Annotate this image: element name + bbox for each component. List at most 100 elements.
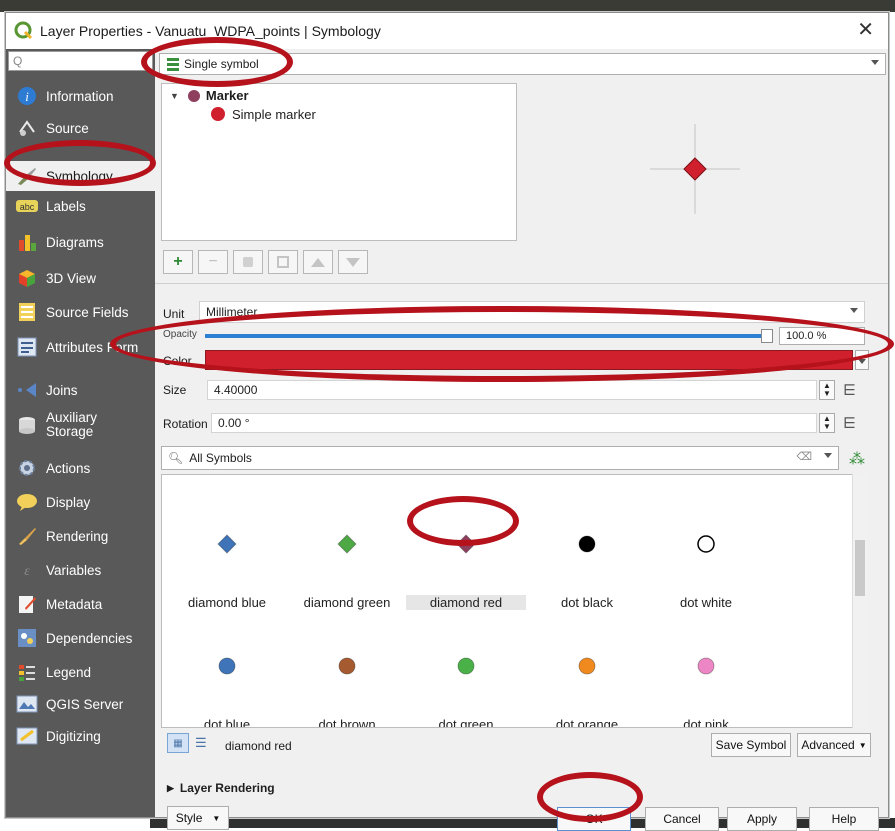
sidebar-item-rendering[interactable]: Rendering [6,521,155,551]
move-up-button[interactable] [303,250,333,274]
symbol-swatch-icon[interactable] [336,655,358,677]
sidebar-item-source[interactable]: Source [6,113,155,143]
brush-icon [16,525,38,547]
style-button[interactable]: Style ▼ [167,806,229,830]
stepper-icon: ▲ ▼ [823,381,831,398]
style-manager-icon[interactable]: ⁂ [849,449,865,469]
scrollbar-thumb[interactable] [855,540,865,596]
sidebar-item-joins[interactable]: Joins [6,375,155,405]
rotation-stepper[interactable]: ▲ ▼ [819,413,835,433]
sidebar-item-display[interactable]: Display [6,487,155,517]
sidebar-item-variables[interactable]: ε Variables [6,555,155,585]
remove-layer-button[interactable]: − [198,250,228,274]
advanced-button[interactable]: Advanced ▼ [797,733,871,757]
data-defined-override-icon[interactable]: ⋿ [843,381,856,399]
simple-marker-icon [211,107,225,121]
symbol-name[interactable]: dot green [406,717,526,727]
sidebar-item-qgis-server[interactable]: QGIS Server [6,689,155,719]
symbol-name[interactable]: diamond red [406,595,526,610]
sidebar-item-digitizing[interactable]: Digitizing [6,721,155,751]
sidebar-item-label: Labels [46,198,86,214]
sidebar-item-label: Display [46,494,91,510]
symbol-name[interactable]: dot black [527,595,647,610]
annotation-ring-renderer [141,37,293,87]
sidebar-item-label: Dependencies [46,630,133,646]
symbol-swatch-icon[interactable] [336,533,358,555]
sidebar-item-label: Variables [46,562,102,578]
sidebar-item-legend[interactable]: Legend [6,657,155,687]
symbol-layer-tree: ▼ Marker Simple marker [161,83,517,241]
layer-properties-dialog: Layer Properties - Vanuatu_WDPA_points |… [5,12,889,831]
chevron-down-icon: ▼ [212,813,221,823]
qgis-icon [14,21,33,40]
symbol-swatch-icon[interactable] [216,655,238,677]
symbol-swatch-icon[interactable] [216,533,238,555]
chevron-down-icon [871,60,879,65]
list-view-icon[interactable]: ☰ [195,735,207,751]
server-icon [16,693,38,715]
save-symbol-button[interactable]: Save Symbol [711,733,791,757]
size-stepper[interactable]: ▲ ▼ [819,380,835,400]
tree-item-marker[interactable]: ▼ Marker [170,88,249,103]
symbol-preview [650,124,740,214]
sidebar-item-label: Diagrams [46,234,104,250]
symbol-swatch-icon[interactable] [455,655,477,677]
symbol-swatch-icon[interactable] [576,655,598,677]
cube-icon [16,267,38,289]
size-input[interactable]: 4.40000 [207,380,817,400]
sidebar-item-diagrams[interactable]: Diagrams [6,227,155,257]
symbol-name[interactable]: diamond green [287,595,407,610]
sidebar-item-label: Digitizing [46,728,101,744]
sidebar-item-information[interactable]: i Information [6,81,155,111]
sidebar-item-auxiliary-storage[interactable]: Auxiliary Storage [6,405,155,445]
selected-symbol-name: diamond red [225,739,292,753]
sidebar-item-3d-view[interactable]: 3D View [6,263,155,293]
duplicate-layer-button[interactable] [268,250,298,274]
expand-arrow-icon[interactable]: ▼ [170,91,179,101]
symbol-name[interactable]: dot blue [167,717,287,727]
cancel-button[interactable]: Cancel [645,807,719,831]
database-icon [16,414,38,436]
annotation-ring-ok [537,772,643,822]
sidebar-item-label: Source Fields [46,304,129,320]
svg-text:abc: abc [20,202,35,212]
rotation-input[interactable]: 0.00 ° [211,413,817,433]
tree-item-simple-marker[interactable]: Simple marker [210,106,316,122]
move-down-button[interactable] [338,250,368,274]
annotation-ring-color [110,306,894,382]
symbol-name[interactable]: dot pink [646,717,766,727]
icon-view-button[interactable]: ▦ [167,733,189,753]
symbol-swatch-icon[interactable] [695,533,717,555]
layer-rendering-header[interactable]: ▶ Layer Rendering [167,781,275,795]
rotation-value: 0.00 ° [218,416,250,430]
clear-icon[interactable]: ⌫ [796,450,812,463]
arrow-up-icon [311,257,325,267]
symbol-name[interactable]: dot white [646,595,766,610]
symbol-swatch-icon[interactable] [576,533,598,555]
sidebar-item-source-fields[interactable]: Source Fields [6,297,155,327]
symbol-name[interactable]: diamond blue [167,595,287,610]
symbol-name[interactable]: dot brown [287,717,407,727]
rotation-label: Rotation [163,417,208,431]
annotation-ring-symbology [4,140,156,186]
sidebar-item-actions[interactable]: Actions [6,453,155,483]
sidebar-item-dependencies[interactable]: Dependencies [6,623,155,653]
symbol-swatch-icon[interactable] [695,655,717,677]
apply-button[interactable]: Apply [727,807,797,831]
sidebar-search-input[interactable]: Q [8,51,153,71]
chevron-down-icon [850,308,858,313]
style-label: Style [175,811,203,825]
add-layer-button[interactable]: + [163,250,193,274]
sidebar-item-labels[interactable]: abc Labels [6,193,155,219]
symbol-filter-select[interactable]: 🔍︎ All Symbols ⌫ [161,446,839,470]
symbol-name[interactable]: dot orange [527,717,647,727]
help-button[interactable]: Help [809,807,879,831]
sidebar-item-label: Auxiliary Storage [46,410,98,439]
close-icon[interactable]: ✕ [857,19,874,41]
title-bar: Layer Properties - Vanuatu_WDPA_points |… [6,13,888,49]
grid-scrollbar[interactable] [852,474,867,728]
size-value: 4.40000 [214,383,258,397]
sidebar-item-metadata[interactable]: Metadata [6,589,155,619]
lock-layer-button[interactable] [233,250,263,274]
data-defined-override-icon[interactable]: ⋿ [843,414,856,432]
